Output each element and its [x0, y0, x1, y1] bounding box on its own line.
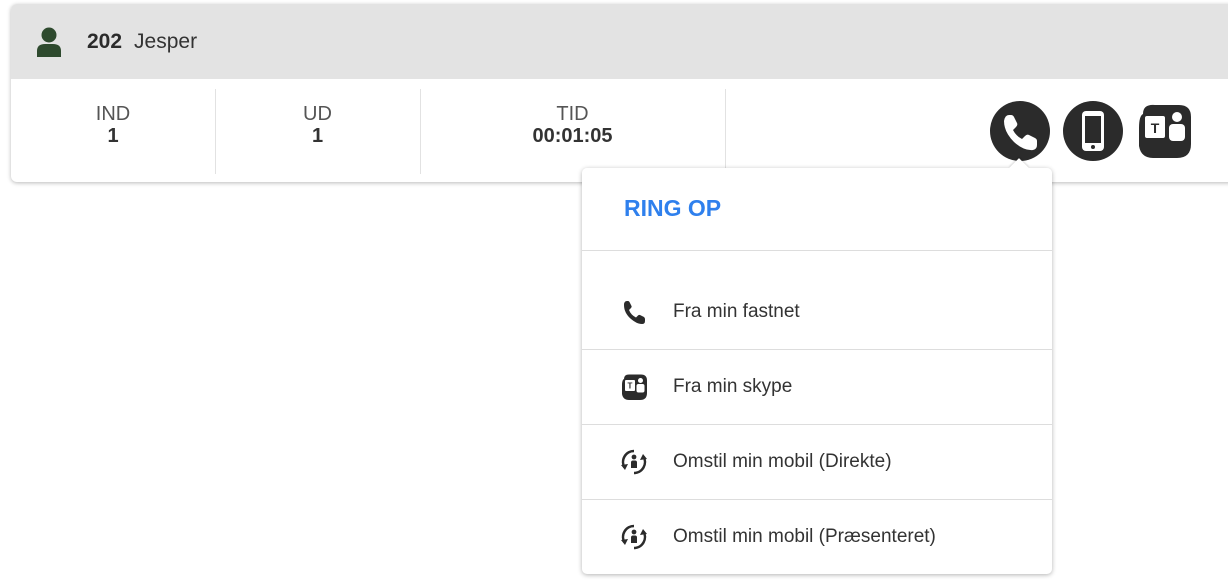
menu-item-mobile-direct[interactable]: Omstil min mobil (Direkte) [582, 425, 1052, 500]
svg-text:T: T [1151, 120, 1160, 136]
stat-tid: TID 00:01:05 [420, 89, 726, 174]
menu-item-mobile-presented-label: Omstil min mobil (Præsenteret) [673, 526, 936, 547]
teams-icon: T [622, 374, 647, 400]
user-icon [37, 27, 61, 57]
mobile-call-button[interactable] [1062, 100, 1124, 162]
svg-text:T: T [628, 382, 633, 391]
stat-ind-label: IND [95, 103, 131, 125]
mobile-icon [1063, 101, 1123, 161]
user-name: Jesper [134, 29, 198, 53]
stat-ud-label: UD [303, 103, 332, 125]
menu-item-mobile-direct-label: Omstil min mobil (Direkte) [673, 451, 892, 472]
menu-item-fastnet-label: Fra min fastnet [673, 301, 800, 322]
phone-icon [990, 101, 1050, 161]
menu-item-fastnet[interactable]: Fra min fastnet [582, 275, 1052, 350]
call-dropdown-menu: RING OP Fra min fastnet T Fra min skype … [582, 158, 1052, 574]
transfer-icon [621, 524, 647, 550]
stat-ud-value: 1 [311, 125, 324, 147]
stat-tid-label: TID [556, 103, 589, 125]
stat-tid-value: 00:01:05 [532, 125, 613, 147]
stat-ind-value: 1 [107, 125, 119, 147]
user-extension: 202 [87, 29, 123, 53]
teams-icon: T [1139, 104, 1191, 158]
menu-item-mobile-presented[interactable]: Omstil min mobil (Præsenteret) [582, 500, 1052, 574]
stat-ind: IND 1 [11, 89, 216, 174]
menu-item-skype[interactable]: T Fra min skype [582, 350, 1052, 425]
transfer-icon [621, 449, 647, 475]
stat-ud: UD 1 [215, 89, 421, 174]
dropdown-title: RING OP [582, 168, 1052, 251]
teams-call-button[interactable]: T [1133, 100, 1195, 162]
phone-icon [624, 301, 645, 324]
user-header: 202 Jesper [11, 4, 1228, 79]
menu-item-skype-label: Fra min skype [673, 376, 793, 397]
phone-call-button[interactable] [989, 100, 1051, 162]
